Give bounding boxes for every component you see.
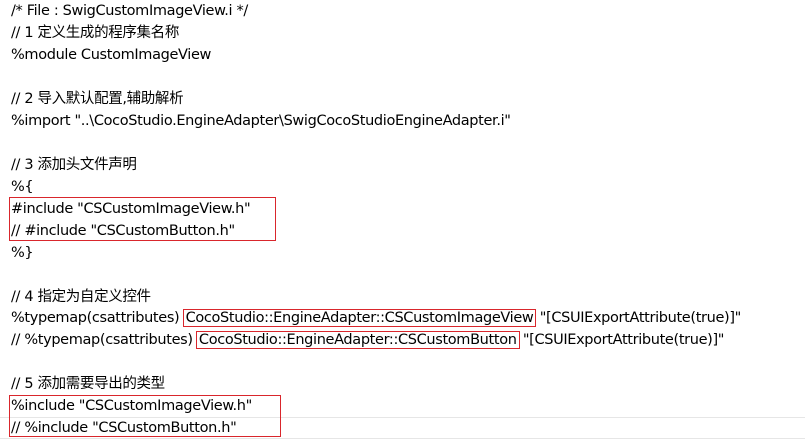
highlighted-class-custom-image-view: CocoStudio::EngineAdapter::CSCustomImage… [182,309,537,327]
code-line-5: // 2 导入默认配置,辅助解析 [11,91,184,107]
code-line-20: // %include "CSCustomButton.h" [11,420,237,436]
code-line-1: /* File : SwigCustomImageView.i */ [11,3,248,19]
code-editor[interactable]: /* File : SwigCustomImageView.i */ // 1 … [0,0,805,443]
code-line-18: // 5 添加需要导出的类型 [11,376,165,392]
typemap-prefix-commented: // %typemap(csattributes) [11,332,197,348]
code-line-15: %typemap(csattributes) CocoStudio::Engin… [11,307,741,329]
code-line-8: // 3 添加头文件声明 [11,157,137,173]
code-line-19: %include "CSCustomImageView.h" [11,398,252,414]
export-attribute: "[CSUIExportAttribute(true)]" [535,310,742,326]
highlighted-class-custom-button: CocoStudio::EngineAdapter::CSCustomButto… [195,331,520,349]
code-line-12: %} [11,245,34,261]
code-line-16: // %typemap(csattributes) CocoStudio::En… [11,329,724,351]
code-line-2: // 1 定义生成的程序集名称 [11,25,179,41]
export-attribute-commented: "[CSUIExportAttribute(true)]" [518,332,725,348]
code-line-10: #include "CSCustomImageView.h" [11,201,251,217]
code-line-14: // 4 指定为自定义控件 [11,289,151,305]
code-line-6: %import "..\CocoStudio.EngineAdapter\Swi… [11,113,511,129]
code-line-3: %module CustomImageView [11,47,212,63]
typemap-prefix: %typemap(csattributes) [11,310,184,326]
code-line-9: %{ [11,179,34,195]
code-line-11: // #include "CSCustomButton.h" [11,223,235,239]
